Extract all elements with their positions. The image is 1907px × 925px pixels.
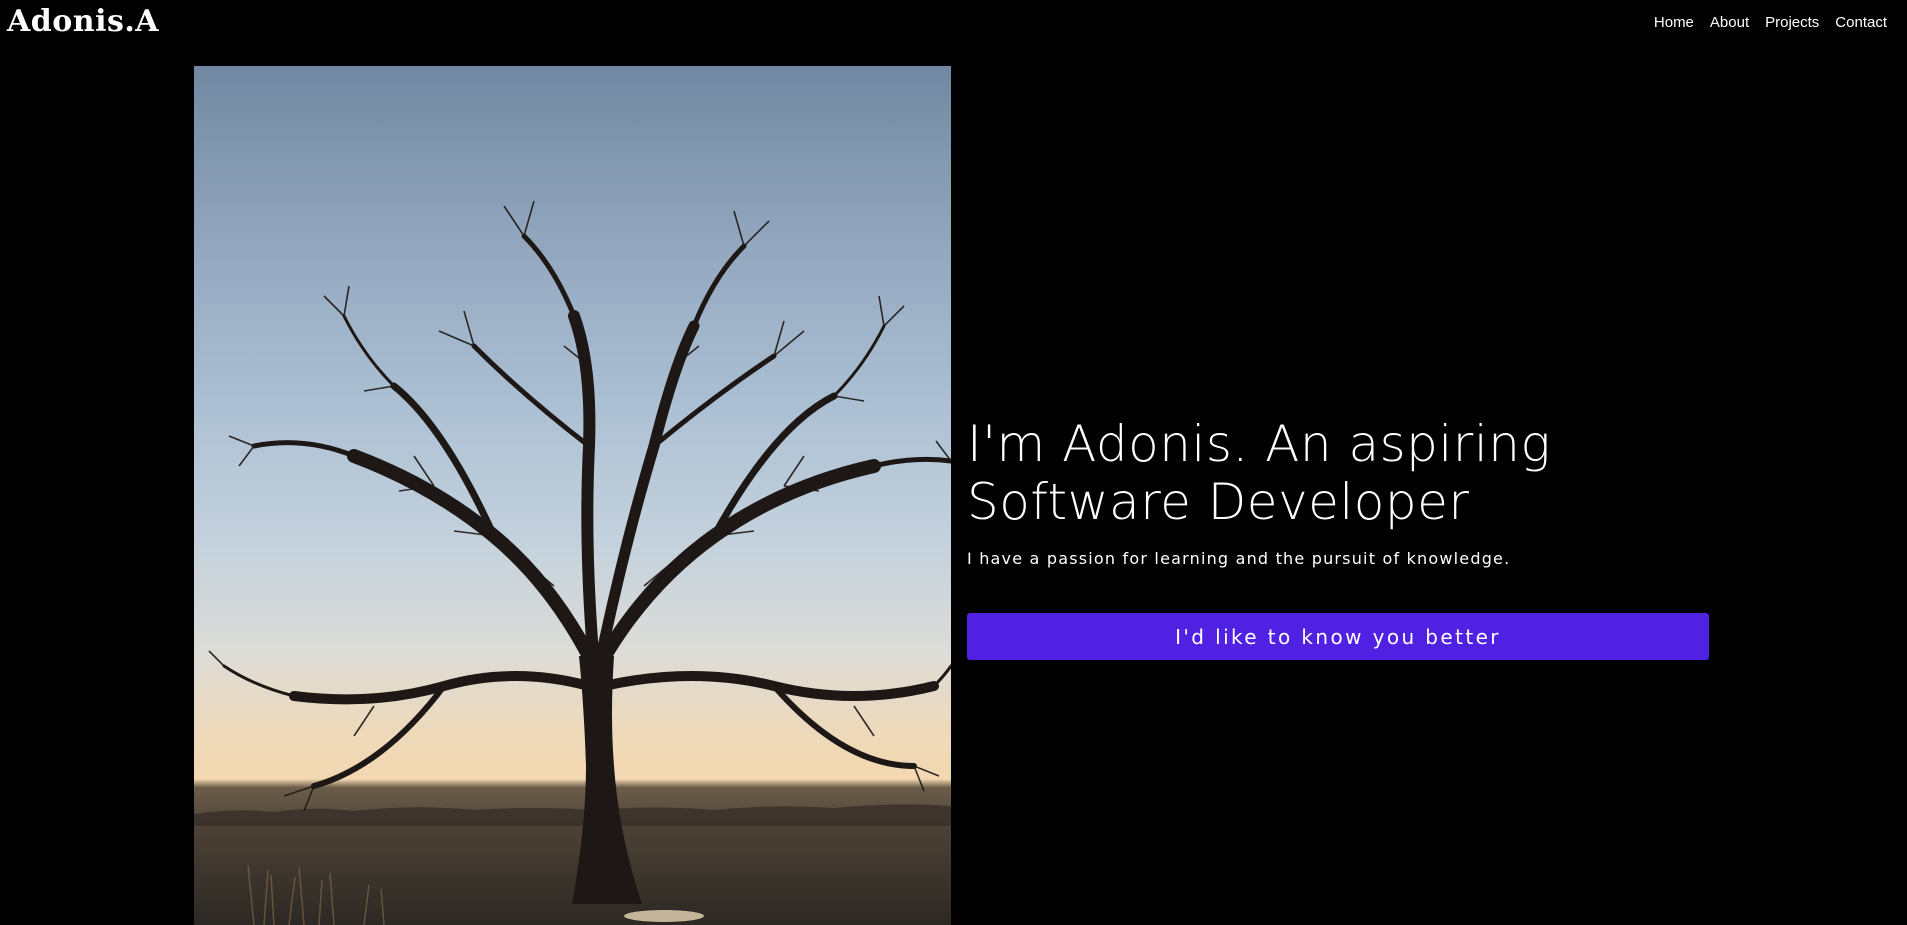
nav-links: Home About Projects Contact [1654, 14, 1887, 31]
hero-tree-photo [194, 66, 951, 925]
hero-title: I'm Adonis. An aspiring Software Develop… [967, 415, 1551, 531]
nav-link-contact[interactable]: Contact [1835, 14, 1887, 31]
know-you-better-button[interactable]: I'd like to know you better [967, 613, 1709, 660]
hero-subtitle: I have a passion for learning and the pu… [967, 549, 1511, 568]
nav-link-projects[interactable]: Projects [1765, 14, 1819, 31]
navbar: Adonis.A Home About Projects Contact [0, 0, 1907, 46]
brand-logo[interactable]: Adonis.A [7, 4, 159, 39]
tree-silhouette [194, 200, 951, 925]
nav-link-about[interactable]: About [1710, 14, 1749, 31]
nav-link-home[interactable]: Home [1654, 14, 1694, 31]
hero-text: I'm Adonis. An aspiring Software Develop… [967, 415, 1712, 568]
